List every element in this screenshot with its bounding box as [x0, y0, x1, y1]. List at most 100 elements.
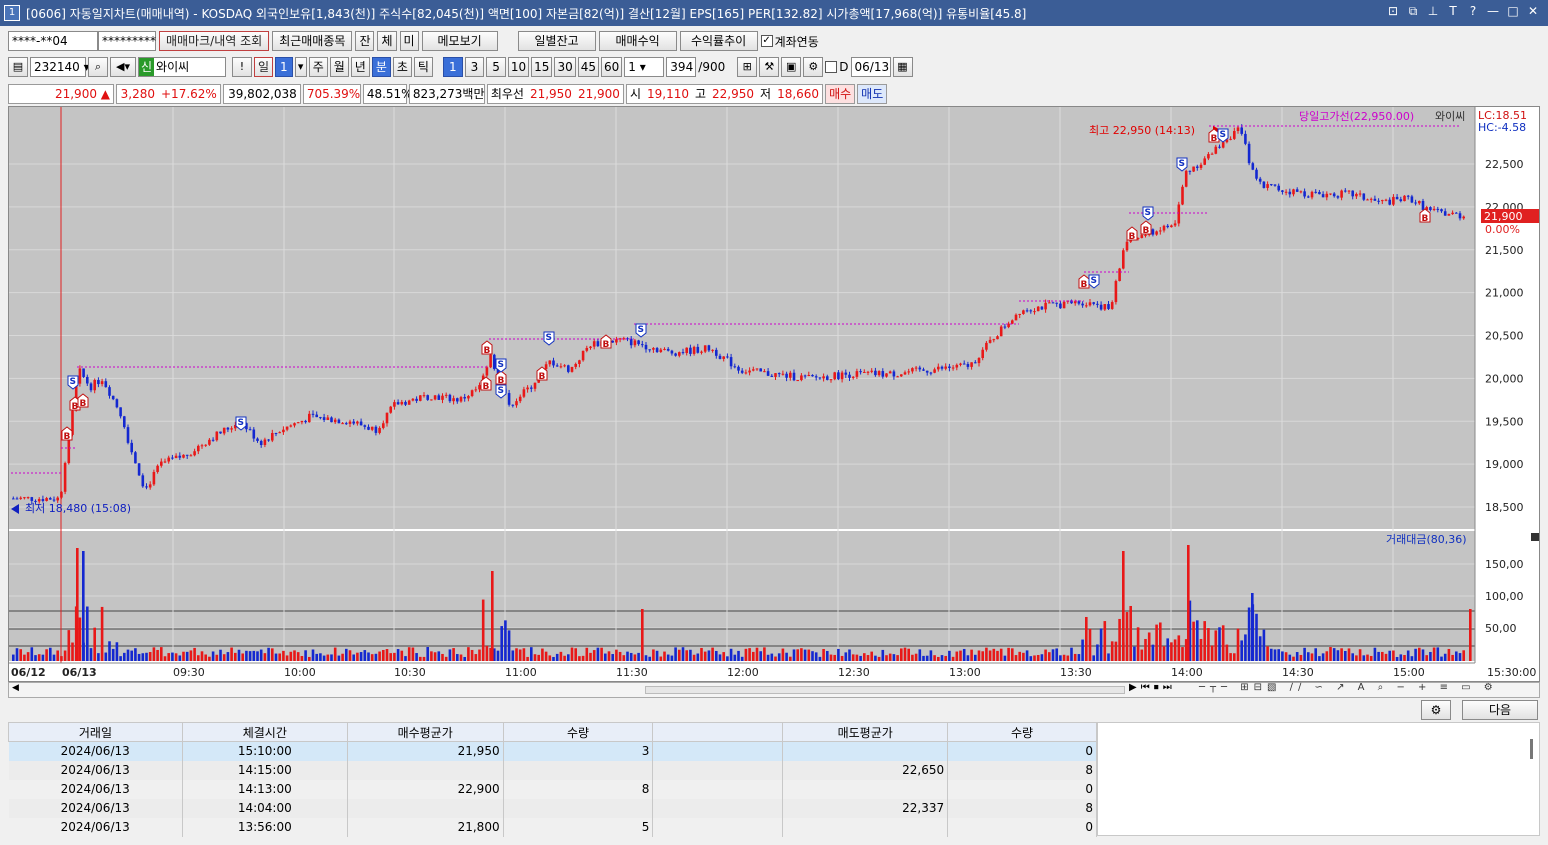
volume-bar: [407, 647, 411, 661]
period-minute[interactable]: 분: [371, 57, 391, 77]
d-checkbox[interactable]: [825, 61, 838, 73]
window-stick-icon[interactable]: ⊥: [1426, 4, 1440, 19]
minute-45[interactable]: 45: [577, 57, 600, 77]
col-blank: [652, 722, 784, 742]
maximize-icon[interactable]: □: [1506, 4, 1520, 19]
volume-bar: [1218, 627, 1221, 661]
date-input[interactable]: 06/13: [850, 57, 891, 77]
volume-bar: [45, 649, 48, 661]
count-input[interactable]: 394: [666, 57, 697, 77]
recent-trades-button[interactable]: 최근매매종목: [272, 31, 353, 51]
close-icon[interactable]: ✕: [1526, 4, 1540, 19]
executed-button[interactable]: 체: [377, 31, 397, 51]
stock-name-field[interactable]: 신 와이씨: [138, 57, 226, 77]
minute-1[interactable]: 1: [442, 57, 463, 77]
volume-bar: [456, 654, 459, 661]
candle-body: [1203, 158, 1206, 165]
candle-body: [977, 358, 981, 364]
candle-body: [104, 381, 108, 388]
candle-body: [1270, 184, 1273, 186]
chart-settings-icon[interactable]: ▤: [8, 57, 28, 77]
minute-60[interactable]: 60: [601, 57, 623, 77]
window-link-icon[interactable]: ⧉: [1406, 4, 1420, 19]
calendar-icon[interactable]: ▦: [892, 57, 913, 77]
balance-button[interactable]: 잔: [355, 31, 375, 51]
next-button[interactable]: 다음: [1462, 700, 1538, 720]
table-cell: [652, 779, 784, 799]
account-link-checkbox[interactable]: ✓ 계좌연동: [760, 33, 819, 50]
volume-bar: [86, 606, 89, 661]
unit-select[interactable]: 1 ▾: [624, 57, 665, 77]
minimize-icon[interactable]: —: [1486, 4, 1500, 19]
volume-bar: [796, 649, 799, 661]
minute-30[interactable]: 30: [554, 57, 576, 77]
buy-marker-letter: B: [1211, 134, 1218, 144]
period-month[interactable]: 월: [329, 57, 349, 77]
period-day-count[interactable]: 1: [275, 57, 293, 77]
marker-query-button[interactable]: 매매마크/내역 조회: [159, 31, 270, 51]
indicator-icon[interactable]: ⊞: [737, 57, 758, 77]
unexecuted-button[interactable]: 미: [399, 31, 419, 51]
table-row[interactable]: 2024/06/13 14:04:00 22,337 8: [8, 798, 1097, 818]
period-second[interactable]: 초: [392, 57, 412, 77]
scroll-thumb[interactable]: [645, 686, 1125, 694]
tool-icon[interactable]: ⚒: [759, 57, 780, 77]
candle-body: [1011, 320, 1014, 324]
table-row[interactable]: 2024/06/13 15:10:00 21,950 3 0: [8, 741, 1097, 761]
grid-settings-icon[interactable]: ⚙: [1421, 700, 1451, 720]
sell-marker-letter: S: [1145, 208, 1151, 218]
minute-10[interactable]: 10: [507, 57, 530, 77]
table-row[interactable]: 2024/06/13 14:15:00 22,650 8: [8, 760, 1097, 780]
scroll-left-icon[interactable]: ◀: [12, 683, 19, 693]
table-scrollbar[interactable]: [1530, 739, 1533, 759]
candle-body: [1366, 199, 1369, 201]
candle-body: [792, 372, 796, 381]
return-trend-button[interactable]: 수익률추이: [679, 31, 758, 51]
period-year[interactable]: 년: [350, 57, 370, 77]
daily-balance-button[interactable]: 일별잔고: [517, 31, 596, 51]
table-cell: 22,650: [782, 760, 949, 780]
font-icon[interactable]: T: [1446, 4, 1460, 19]
speaker-icon[interactable]: ◀▾: [110, 57, 136, 77]
volume-bar: [959, 650, 962, 661]
alert-icon[interactable]: !: [232, 57, 252, 77]
period-day[interactable]: 일: [254, 57, 274, 77]
minute-15[interactable]: 15: [531, 57, 553, 77]
save-icon[interactable]: ▣: [781, 57, 802, 77]
sell-button[interactable]: 매도: [857, 84, 888, 104]
playback-icons[interactable]: ▶⏮⏹⏭: [1129, 682, 1176, 693]
dropdown-icon[interactable]: ▾: [294, 57, 307, 77]
gear-icon[interactable]: ⚙: [803, 57, 824, 77]
price-chart[interactable]: BB BBB BBBBBBBBSSSSSSSSSS 22,50022,00021,5…: [9, 107, 1539, 681]
buy-button[interactable]: 매수: [825, 84, 856, 104]
minute-5[interactable]: 5: [486, 57, 506, 77]
volume-bar: [467, 647, 470, 661]
trade-profit-button[interactable]: 매매수익: [598, 31, 677, 51]
volume-bar: [1381, 651, 1384, 661]
account-select[interactable]: ****-**04: [8, 31, 98, 51]
table-row[interactable]: 2024/06/13 14:13:00 22,900 8 0: [8, 779, 1097, 799]
pane-close-icon[interactable]: [1531, 533, 1539, 541]
volume-bar: [700, 647, 703, 661]
chart-area[interactable]: BBBBBBBBBBBBBSSSSSSSSSS 22,500 22,000 21,5…: [8, 106, 1540, 682]
volume-bar: [885, 655, 888, 661]
password-field[interactable]: *********: [98, 31, 156, 51]
search-icon[interactable]: ⌕: [88, 57, 108, 77]
volume-bar: [1073, 653, 1077, 661]
minute-3[interactable]: 3: [464, 57, 485, 77]
volume-bar: [892, 654, 896, 661]
volume-bar: [592, 650, 596, 661]
chart-scroll-bar[interactable]: ◀ ▶⏮⏹⏭ ─┬─ ⊞⊟▧ ∕∕ ∽ ↗ A ⌕ − + ≡ ▭ ⚙: [8, 682, 1540, 698]
chart-tools-icons[interactable]: ─┬─ ⊞⊟▧ ∕∕ ∽ ↗ A ⌕ − + ≡ ▭ ⚙: [1199, 682, 1498, 693]
help-icon[interactable]: ?: [1466, 4, 1480, 19]
memo-button[interactable]: 메모보기: [421, 31, 498, 51]
candle-body: [330, 417, 333, 423]
table-row[interactable]: 2024/06/13 13:56:00 21,800 5 0: [8, 817, 1097, 837]
window-pin-icon[interactable]: ⊡: [1386, 4, 1400, 19]
candle-body: [1192, 166, 1195, 172]
period-tick[interactable]: 틱: [413, 57, 433, 77]
stock-code-input[interactable]: 232140 ▾: [30, 57, 90, 77]
candle-body: [1210, 153, 1214, 155]
period-week[interactable]: 주: [308, 57, 328, 77]
volume-bar: [1281, 651, 1284, 661]
